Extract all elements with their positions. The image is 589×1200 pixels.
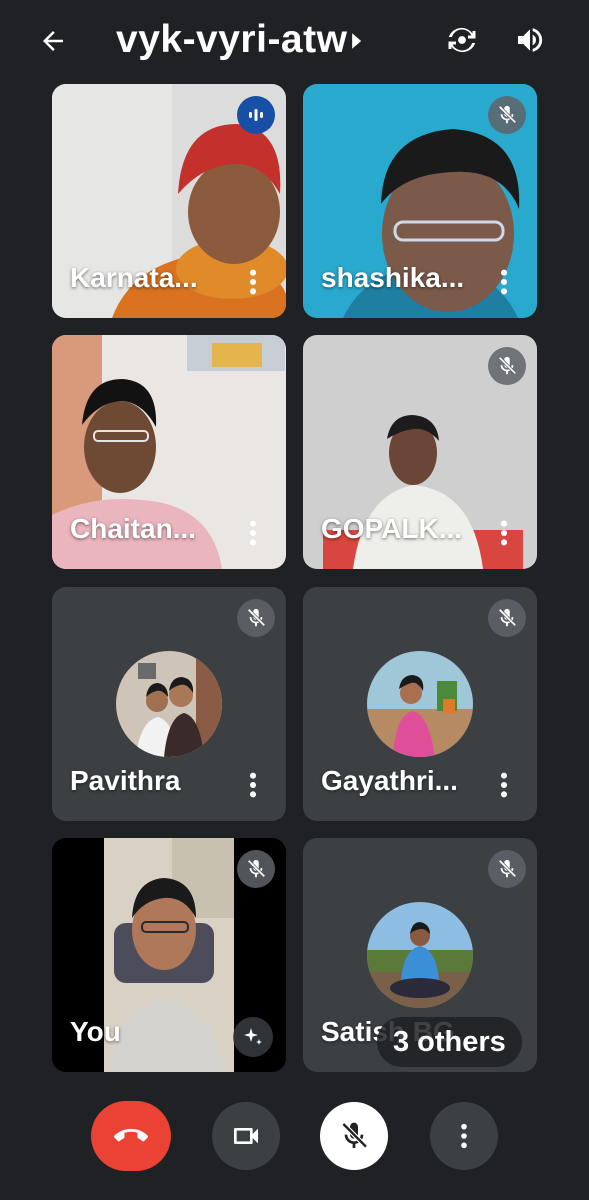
end-call-icon	[114, 1128, 148, 1142]
mic-off-badge	[488, 850, 526, 888]
participant-tile[interactable]: Pavithra	[52, 587, 286, 821]
mic-off-badge	[488, 347, 526, 385]
participant-name: shashika...	[321, 262, 465, 293]
more-vert-icon[interactable]	[497, 771, 511, 799]
more-vert-icon[interactable]	[246, 268, 260, 296]
more-vert-icon[interactable]	[497, 268, 511, 296]
switch-camera-icon	[448, 27, 476, 53]
participant-name: GOPALK...	[321, 513, 463, 544]
mic-off-badge	[488, 96, 526, 134]
effects-button[interactable]	[233, 1017, 273, 1057]
mic-off-icon	[341, 1122, 368, 1149]
others-count-pill[interactable]: 3 others	[377, 1017, 522, 1067]
avatar	[367, 651, 473, 757]
mic-off-icon	[247, 608, 266, 627]
more-vert-icon[interactable]	[497, 519, 511, 547]
participant-tile[interactable]: shashika...	[303, 84, 537, 318]
camera-toggle-button[interactable]	[212, 1102, 280, 1170]
participant-name: Gayathri...	[321, 765, 458, 796]
sparkle-icon	[244, 1028, 262, 1045]
participant-name: Chaitan...	[70, 513, 197, 544]
participant-tile[interactable]: Chaitan...	[52, 335, 286, 569]
speaker-icon	[518, 28, 543, 52]
top-bar: vyk-vyri-atw	[0, 0, 589, 84]
end-call-button[interactable]	[91, 1101, 171, 1171]
audio-output-button[interactable]	[514, 24, 548, 58]
more-vert-icon[interactable]	[246, 519, 260, 547]
participant-tile[interactable]: GOPALK...	[303, 335, 537, 569]
more-vert-icon	[461, 1123, 467, 1149]
participant-tile[interactable]: Gayathri...	[303, 587, 537, 821]
mic-off-icon	[498, 356, 517, 375]
speaking-indicator	[237, 96, 275, 134]
participant-name: Karnata...	[70, 262, 198, 293]
mic-off-badge	[488, 599, 526, 637]
participant-name: You	[70, 1016, 121, 1047]
mic-toggle-button[interactable]	[320, 1102, 388, 1170]
avatar-image	[367, 902, 473, 1008]
meeting-code[interactable]: vyk-vyri-atw	[116, 18, 347, 62]
mic-off-icon	[498, 608, 517, 627]
switch-camera-button[interactable]	[444, 22, 480, 58]
mic-off-badge	[237, 599, 275, 637]
avatar-image	[367, 651, 473, 757]
avatar	[367, 902, 473, 1008]
participant-tile[interactable]: Karnata...	[52, 84, 286, 318]
chevron-right-icon[interactable]	[349, 32, 363, 50]
avatar-image	[116, 651, 222, 757]
mic-off-icon	[247, 859, 266, 878]
more-options-button[interactable]	[430, 1102, 498, 1170]
mic-off-icon	[498, 105, 517, 124]
back-button[interactable]	[34, 22, 72, 60]
audio-level-icon	[249, 109, 263, 121]
avatar	[116, 651, 222, 757]
video-camera-icon	[234, 1128, 258, 1144]
mic-off-badge	[237, 850, 275, 888]
mic-off-icon	[498, 859, 517, 878]
arrow-back-icon	[43, 31, 63, 51]
participant-name: Pavithra	[70, 765, 181, 796]
more-vert-icon[interactable]	[246, 771, 260, 799]
